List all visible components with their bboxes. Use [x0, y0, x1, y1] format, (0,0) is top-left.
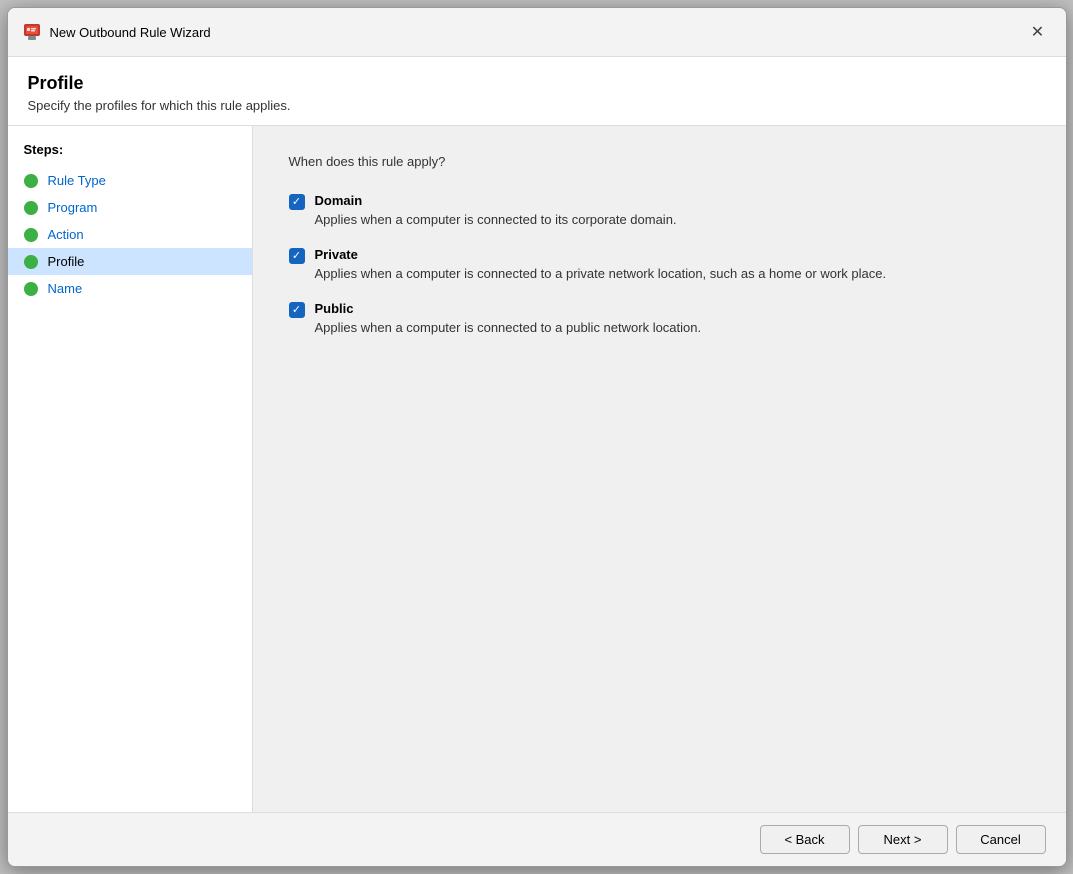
- checkbox-private[interactable]: ✓: [289, 248, 305, 264]
- main-panel: When does this rule apply? ✓ Domain Appl…: [253, 126, 1066, 812]
- step-dot-action: [24, 228, 38, 242]
- page-title: Profile: [28, 73, 1046, 94]
- option-domain-text: Domain Applies when a computer is connec…: [315, 193, 677, 229]
- sidebar-item-label-rule-type: Rule Type: [48, 173, 106, 188]
- option-domain: ✓ Domain Applies when a computer is conn…: [289, 193, 1030, 229]
- step-dot-rule-type: [24, 174, 38, 188]
- option-public-label: Public: [315, 301, 702, 316]
- option-private: ✓ Private Applies when a computer is con…: [289, 247, 1030, 283]
- check-icon-public: ✓: [292, 305, 301, 316]
- header-section: Profile Specify the profiles for which t…: [8, 57, 1066, 126]
- sidebar-item-action[interactable]: Action: [8, 221, 252, 248]
- sidebar-item-label-action: Action: [48, 227, 84, 242]
- step-dot-name: [24, 282, 38, 296]
- sidebar-item-label-profile: Profile: [48, 254, 85, 269]
- check-icon-private: ✓: [292, 251, 301, 262]
- sidebar-item-label-name: Name: [48, 281, 83, 296]
- cancel-button[interactable]: Cancel: [956, 825, 1046, 854]
- title-bar-text: New Outbound Rule Wizard: [50, 25, 211, 40]
- steps-label: Steps:: [8, 142, 252, 167]
- option-domain-desc: Applies when a computer is connected to …: [315, 211, 677, 229]
- title-bar-left: New Outbound Rule Wizard: [22, 22, 211, 42]
- step-dot-program: [24, 201, 38, 215]
- next-button[interactable]: Next >: [858, 825, 948, 854]
- option-domain-label: Domain: [315, 193, 677, 208]
- sidebar-item-program[interactable]: Program: [8, 194, 252, 221]
- app-icon: [22, 22, 42, 42]
- footer: < Back Next > Cancel: [8, 812, 1066, 866]
- option-public: ✓ Public Applies when a computer is conn…: [289, 301, 1030, 337]
- option-public-text: Public Applies when a computer is connec…: [315, 301, 702, 337]
- back-button[interactable]: < Back: [760, 825, 850, 854]
- sidebar-item-profile[interactable]: Profile: [8, 248, 252, 275]
- option-group: ✓ Domain Applies when a computer is conn…: [289, 193, 1030, 338]
- content-area: Steps: Rule Type Program Action Profile …: [8, 126, 1066, 812]
- checkbox-public[interactable]: ✓: [289, 302, 305, 318]
- check-icon-domain: ✓: [292, 197, 301, 208]
- sidebar-item-rule-type[interactable]: Rule Type: [8, 167, 252, 194]
- option-private-desc: Applies when a computer is connected to …: [315, 265, 887, 283]
- sidebar-item-label-program: Program: [48, 200, 98, 215]
- checkbox-domain[interactable]: ✓: [289, 194, 305, 210]
- sidebar-item-name[interactable]: Name: [8, 275, 252, 302]
- sidebar: Steps: Rule Type Program Action Profile …: [8, 126, 253, 812]
- step-dot-profile: [24, 255, 38, 269]
- close-button[interactable]: ✕: [1024, 18, 1052, 46]
- page-subtitle: Specify the profiles for which this rule…: [28, 98, 1046, 113]
- title-bar: New Outbound Rule Wizard ✕: [8, 8, 1066, 57]
- option-private-label: Private: [315, 247, 887, 262]
- question-text: When does this rule apply?: [289, 154, 1030, 169]
- option-public-desc: Applies when a computer is connected to …: [315, 319, 702, 337]
- wizard-window: New Outbound Rule Wizard ✕ Profile Speci…: [7, 7, 1067, 867]
- option-private-text: Private Applies when a computer is conne…: [315, 247, 887, 283]
